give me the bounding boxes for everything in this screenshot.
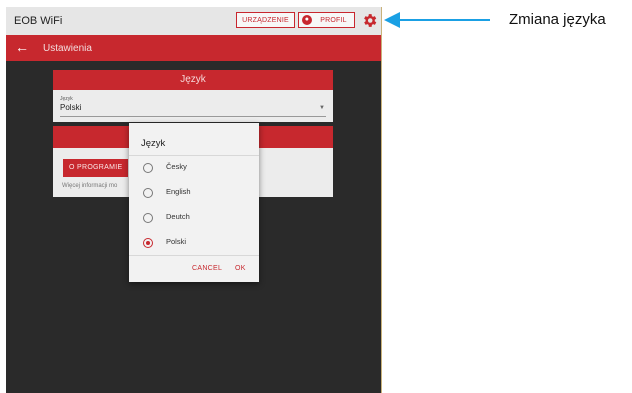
- dialog-divider-bottom: [129, 255, 259, 256]
- app-top-bar: EOB WiFi URZĄDZENIE ● PROFIL: [6, 7, 381, 35]
- language-option-label: Česky: [166, 162, 187, 171]
- device-button[interactable]: URZĄDZENIE: [236, 12, 295, 28]
- dialog-title: Język: [141, 138, 166, 149]
- language-field-label: Język: [60, 96, 73, 102]
- annotation-arrow-line: [398, 19, 490, 21]
- profile-button[interactable]: ● PROFIL: [298, 12, 355, 28]
- back-arrow-icon[interactable]: ←: [15, 38, 29, 56]
- language-option-english[interactable]: English: [143, 186, 253, 200]
- dropdown-arrow-icon[interactable]: ▼: [319, 105, 325, 111]
- language-dialog: Język Česky English Deutch Polski CANCEL…: [129, 123, 259, 282]
- device-screen: EOB WiFi URZĄDZENIE ● PROFIL ← Ustawieni…: [6, 7, 382, 393]
- annotation-label: Zmiana języka: [509, 11, 606, 28]
- radio-unchecked-icon[interactable]: [143, 188, 153, 198]
- page-title: Ustawienia: [43, 43, 92, 54]
- dialog-divider-top: [129, 155, 259, 156]
- ok-button[interactable]: OK: [235, 265, 246, 272]
- field-underline: [60, 116, 326, 117]
- radio-checked-icon[interactable]: [143, 238, 153, 248]
- language-option-polski[interactable]: Polski: [143, 236, 253, 250]
- radio-unchecked-icon[interactable]: [143, 163, 153, 173]
- language-option-label: Deutch: [166, 212, 190, 221]
- language-select-value[interactable]: Polski: [60, 103, 81, 112]
- radio-unchecked-icon[interactable]: [143, 213, 153, 223]
- about-program-button[interactable]: O PROGRAMIE: [63, 159, 129, 177]
- cancel-button[interactable]: CANCEL: [192, 265, 222, 272]
- language-option-label: English: [166, 187, 191, 196]
- profile-button-label: PROFIL: [320, 17, 347, 24]
- language-card: Język Język Polski ▼: [53, 70, 333, 122]
- user-icon: ●: [302, 15, 312, 25]
- gear-icon[interactable]: [361, 12, 378, 29]
- language-option-deutch[interactable]: Deutch: [143, 211, 253, 225]
- language-option-label: Polski: [166, 237, 187, 246]
- navigation-bar: ← Ustawienia: [6, 35, 381, 61]
- more-info-text: Więcej informacji mo: [62, 183, 118, 189]
- app-title: EOB WiFi: [14, 15, 63, 27]
- language-option-cesky[interactable]: Česky: [143, 161, 253, 175]
- language-card-header: Język: [53, 70, 333, 90]
